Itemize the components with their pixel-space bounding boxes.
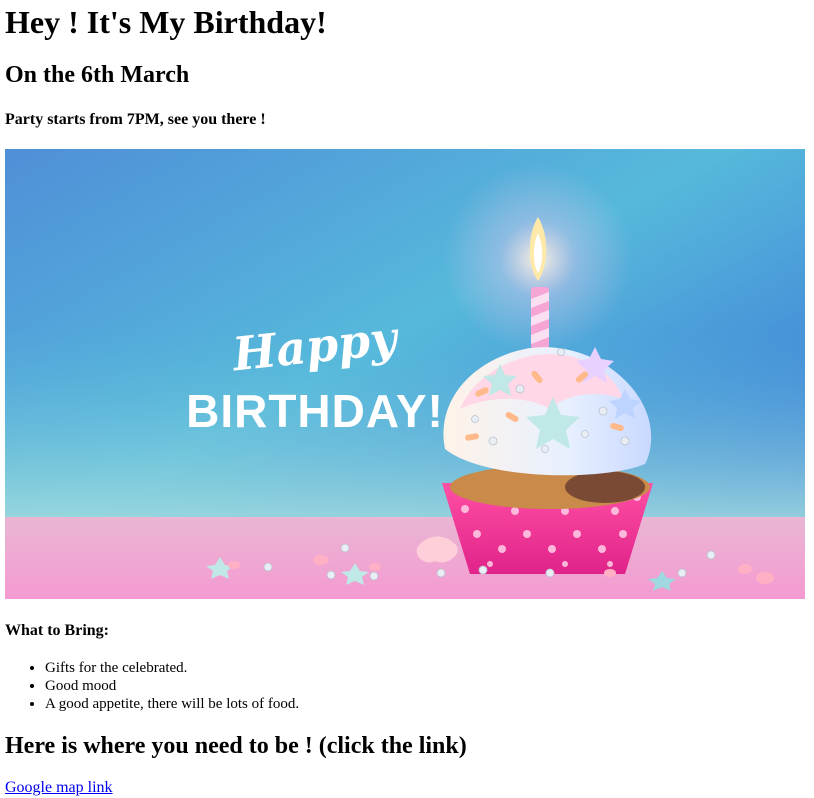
event-date: On the 6th March: [5, 62, 190, 88]
page-title: Hey ! It's My Birthday!: [5, 4, 327, 40]
list-item: Good mood: [45, 677, 299, 695]
birthday-title-text: BIRTHDAY!: [186, 385, 444, 437]
location-heading: Here is where you need to be ! (click th…: [5, 733, 467, 759]
birthday-banner-image: Happy BIRTHDAY!: [5, 149, 805, 599]
list-item: A good appetite, there will be lots of f…: [45, 695, 299, 713]
bring-list: Gifts for the celebrated. Good mood A go…: [5, 659, 299, 713]
list-item: Gifts for the celebrated.: [45, 659, 299, 677]
google-map-link[interactable]: Google map link: [5, 779, 113, 797]
what-to-bring-title: What to Bring:: [5, 622, 109, 639]
party-time: Party starts from 7PM, see you there !: [5, 111, 266, 128]
cupcake-icon: [442, 347, 653, 574]
